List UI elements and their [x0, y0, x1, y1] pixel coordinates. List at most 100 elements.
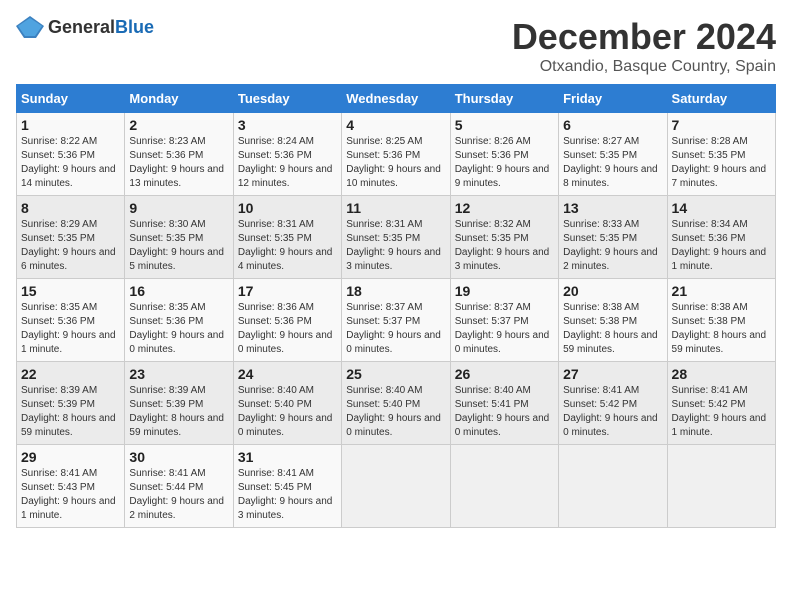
calendar-cell: 3 Sunrise: 8:24 AMSunset: 5:36 PMDaylight…	[233, 113, 341, 196]
cell-info: Sunrise: 8:37 AMSunset: 5:37 PMDaylight:…	[346, 302, 441, 355]
day-number: 19	[455, 283, 554, 299]
calendar-cell: 25 Sunrise: 8:40 AMSunset: 5:40 PMDayligh…	[342, 362, 450, 445]
calendar-cell: 23 Sunrise: 8:39 AMSunset: 5:39 PMDayligh…	[125, 362, 233, 445]
cell-info: Sunrise: 8:39 AMSunset: 5:39 PMDaylight:…	[129, 385, 224, 438]
logo-text-blue: Blue	[115, 17, 154, 37]
day-number: 9	[129, 200, 228, 216]
subtitle: Otxandio, Basque Country, Spain	[512, 58, 776, 76]
day-number: 24	[238, 366, 337, 382]
cell-info: Sunrise: 8:36 AMSunset: 5:36 PMDaylight:…	[238, 302, 333, 355]
calendar-cell: 1Sunrise: 8:22 AMSunset: 5:36 PMDaylight…	[17, 113, 125, 196]
day-header-sunday: Sunday	[17, 85, 125, 113]
calendar-cell: 12Sunrise: 8:32 AMSunset: 5:35 PMDayligh…	[450, 196, 558, 279]
cell-info: Sunrise: 8:28 AMSunset: 5:35 PMDaylight:…	[672, 136, 767, 189]
day-number: 28	[672, 366, 771, 382]
day-number: 8	[21, 200, 120, 216]
cell-info: Sunrise: 8:33 AMSunset: 5:35 PMDaylight:…	[563, 219, 658, 272]
day-number: 7	[672, 117, 771, 133]
calendar-cell: 30 Sunrise: 8:41 AMSunset: 5:44 PMDayligh…	[125, 445, 233, 528]
cell-info: Sunrise: 8:41 AMSunset: 5:45 PMDaylight:…	[238, 468, 333, 521]
day-number: 10	[238, 200, 337, 216]
day-number: 4	[346, 117, 445, 133]
calendar-cell: 2 Sunrise: 8:23 AMSunset: 5:36 PMDaylight…	[125, 113, 233, 196]
day-header-thursday: Thursday	[450, 85, 558, 113]
logo-text-general: General	[48, 17, 115, 37]
cell-info: Sunrise: 8:31 AMSunset: 5:35 PMDaylight:…	[346, 219, 441, 272]
cell-info: Sunrise: 8:40 AMSunset: 5:41 PMDaylight:…	[455, 385, 550, 438]
calendar-week-3: 15Sunrise: 8:35 AMSunset: 5:36 PMDayligh…	[17, 279, 776, 362]
calendar-cell	[450, 445, 558, 528]
day-number: 13	[563, 200, 662, 216]
main-title: December 2024	[512, 16, 776, 58]
calendar-cell: 6 Sunrise: 8:27 AMSunset: 5:35 PMDaylight…	[559, 113, 667, 196]
cell-info: Sunrise: 8:35 AMSunset: 5:36 PMDaylight:…	[21, 302, 116, 355]
calendar-cell: 10 Sunrise: 8:31 AMSunset: 5:35 PMDayligh…	[233, 196, 341, 279]
calendar-cell: 27 Sunrise: 8:41 AMSunset: 5:42 PMDayligh…	[559, 362, 667, 445]
cell-info: Sunrise: 8:27 AMSunset: 5:35 PMDaylight:…	[563, 136, 658, 189]
cell-info: Sunrise: 8:38 AMSunset: 5:38 PMDaylight:…	[563, 302, 658, 355]
calendar-header-row: SundayMondayTuesdayWednesdayThursdayFrid…	[17, 85, 776, 113]
cell-info: Sunrise: 8:26 AMSunset: 5:36 PMDaylight:…	[455, 136, 550, 189]
day-header-monday: Monday	[125, 85, 233, 113]
cell-info: Sunrise: 8:35 AMSunset: 5:36 PMDaylight:…	[129, 302, 224, 355]
calendar-cell: 14 Sunrise: 8:34 AMSunset: 5:36 PMDayligh…	[667, 196, 775, 279]
calendar-cell: 9Sunrise: 8:30 AMSunset: 5:35 PMDaylight…	[125, 196, 233, 279]
cell-info: Sunrise: 8:24 AMSunset: 5:36 PMDaylight:…	[238, 136, 333, 189]
day-number: 22	[21, 366, 120, 382]
cell-info: Sunrise: 8:40 AMSunset: 5:40 PMDaylight:…	[238, 385, 333, 438]
cell-info: Sunrise: 8:41 AMSunset: 5:44 PMDaylight:…	[129, 468, 224, 521]
calendar-cell: 8 Sunrise: 8:29 AMSunset: 5:35 PMDaylight…	[17, 196, 125, 279]
cell-info: Sunrise: 8:25 AMSunset: 5:36 PMDaylight:…	[346, 136, 441, 189]
day-number: 6	[563, 117, 662, 133]
calendar-cell: 5 Sunrise: 8:26 AMSunset: 5:36 PMDaylight…	[450, 113, 558, 196]
cell-info: Sunrise: 8:41 AMSunset: 5:42 PMDaylight:…	[563, 385, 658, 438]
header: GeneralBlue December 2024 Otxandio, Basq…	[16, 16, 776, 76]
cell-info: Sunrise: 8:41 AMSunset: 5:42 PMDaylight:…	[672, 385, 767, 438]
day-number: 21	[672, 283, 771, 299]
day-header-friday: Friday	[559, 85, 667, 113]
title-area: December 2024 Otxandio, Basque Country, …	[512, 16, 776, 76]
calendar-week-5: 29 Sunrise: 8:41 AMSunset: 5:43 PMDayligh…	[17, 445, 776, 528]
day-number: 17	[238, 283, 337, 299]
cell-info: Sunrise: 8:41 AMSunset: 5:43 PMDaylight:…	[21, 468, 116, 521]
day-number: 27	[563, 366, 662, 382]
cell-info: Sunrise: 8:37 AMSunset: 5:37 PMDaylight:…	[455, 302, 550, 355]
day-number: 5	[455, 117, 554, 133]
calendar-cell: 22Sunrise: 8:39 AMSunset: 5:39 PMDayligh…	[17, 362, 125, 445]
calendar-cell: 26 Sunrise: 8:40 AMSunset: 5:41 PMDayligh…	[450, 362, 558, 445]
calendar-table: SundayMondayTuesdayWednesdayThursdayFrid…	[16, 84, 776, 528]
cell-info: Sunrise: 8:22 AMSunset: 5:36 PMDaylight:…	[21, 136, 116, 189]
day-header-tuesday: Tuesday	[233, 85, 341, 113]
calendar-cell: 16Sunrise: 8:35 AMSunset: 5:36 PMDayligh…	[125, 279, 233, 362]
day-number: 11	[346, 200, 445, 216]
day-number: 14	[672, 200, 771, 216]
calendar-cell	[342, 445, 450, 528]
day-number: 25	[346, 366, 445, 382]
calendar-week-1: 1Sunrise: 8:22 AMSunset: 5:36 PMDaylight…	[17, 113, 776, 196]
day-number: 2	[129, 117, 228, 133]
cell-info: Sunrise: 8:23 AMSunset: 5:36 PMDaylight:…	[129, 136, 224, 189]
day-number: 29	[21, 449, 120, 465]
cell-info: Sunrise: 8:32 AMSunset: 5:35 PMDaylight:…	[455, 219, 550, 272]
calendar-cell: 13 Sunrise: 8:33 AMSunset: 5:35 PMDayligh…	[559, 196, 667, 279]
calendar-cell: 19 Sunrise: 8:37 AMSunset: 5:37 PMDayligh…	[450, 279, 558, 362]
day-header-wednesday: Wednesday	[342, 85, 450, 113]
cell-info: Sunrise: 8:40 AMSunset: 5:40 PMDaylight:…	[346, 385, 441, 438]
day-number: 3	[238, 117, 337, 133]
day-number: 18	[346, 283, 445, 299]
calendar-cell: 7 Sunrise: 8:28 AMSunset: 5:35 PMDaylight…	[667, 113, 775, 196]
cell-info: Sunrise: 8:29 AMSunset: 5:35 PMDaylight:…	[21, 219, 116, 272]
calendar-week-2: 8 Sunrise: 8:29 AMSunset: 5:35 PMDaylight…	[17, 196, 776, 279]
calendar-cell: 31Sunrise: 8:41 AMSunset: 5:45 PMDayligh…	[233, 445, 341, 528]
calendar-cell: 24 Sunrise: 8:40 AMSunset: 5:40 PMDayligh…	[233, 362, 341, 445]
calendar-body: 1Sunrise: 8:22 AMSunset: 5:36 PMDaylight…	[17, 113, 776, 528]
cell-info: Sunrise: 8:34 AMSunset: 5:36 PMDaylight:…	[672, 219, 767, 272]
day-number: 26	[455, 366, 554, 382]
logo-icon	[16, 16, 44, 38]
day-number: 30	[129, 449, 228, 465]
cell-info: Sunrise: 8:31 AMSunset: 5:35 PMDaylight:…	[238, 219, 333, 272]
calendar-cell: 20Sunrise: 8:38 AMSunset: 5:38 PMDayligh…	[559, 279, 667, 362]
calendar-cell: 21Sunrise: 8:38 AMSunset: 5:38 PMDayligh…	[667, 279, 775, 362]
calendar-cell: 11 Sunrise: 8:31 AMSunset: 5:35 PMDayligh…	[342, 196, 450, 279]
day-number: 23	[129, 366, 228, 382]
